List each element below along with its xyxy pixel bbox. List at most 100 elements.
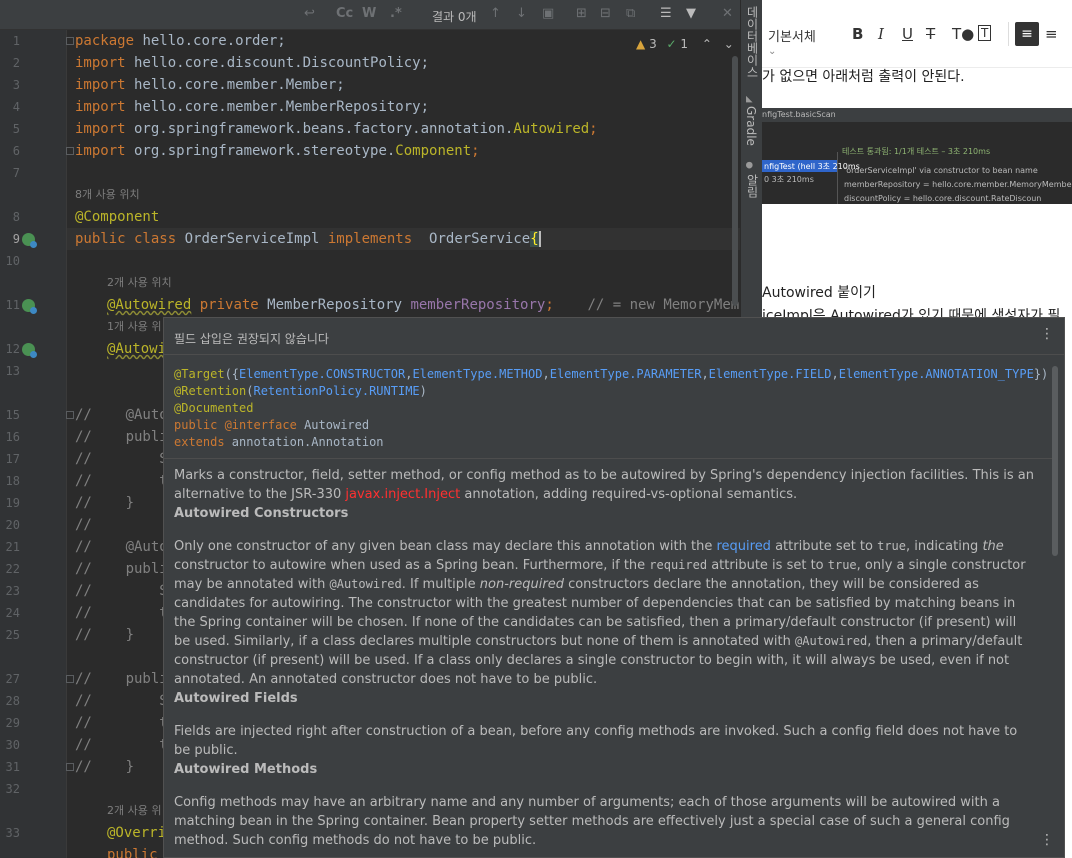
commented-line[interactable]: // [75,514,92,536]
signature-link[interactable]: RetentionPolicy.RUNTIME [253,384,419,398]
font-select[interactable]: 기본서체 [768,26,816,45]
inspection-widget[interactable]: ▲ 3 ✓ 1 ⌃ ⌄ [636,37,734,51]
code-line[interactable]: import hello.core.member.MemberRepositor… [75,96,429,118]
filter-results-icon[interactable]: ☰ [660,6,672,21]
bell-icon: ● [746,158,753,171]
import-path: hello.core.member.MemberRepository; [125,99,430,115]
annotation: @Autowired [107,297,192,313]
fold-marker-icon[interactable] [66,37,74,45]
popup-scrollbar[interactable] [1052,366,1058,556]
commented-line[interactable]: // t [75,712,168,734]
more-options-icon[interactable]: ⋮ [1040,326,1054,342]
align-left-icon[interactable]: ≡ [1015,22,1039,46]
commented-line[interactable]: // @Auto [75,536,168,558]
bean-navigation-icon[interactable] [22,343,37,358]
documentation-popup: 필드 삽입은 권장되지 않습니다 ⋮ @Target({ElementType.… [163,317,1065,858]
editor-scrollbar[interactable] [732,56,738,306]
code-line[interactable]: import org.springframework.stereotype.Co… [75,140,480,162]
commented-line[interactable]: // publi [75,426,168,448]
signature-link[interactable]: ElementType.CONSTRUCTOR [239,367,405,381]
code-line[interactable]: public class OrderServiceImpl implements… [75,228,541,250]
semicolon: ; [589,121,598,137]
bold-button[interactable]: B [852,25,863,43]
close-icon[interactable]: ✕ [722,6,733,21]
code-line[interactable]: @Autowi [107,338,166,360]
add-selection-icon[interactable]: ⊞ [576,6,587,21]
bean-implementation-icon[interactable] [22,233,37,248]
bean-navigation-icon[interactable] [22,299,37,314]
code-line[interactable]: @Overri [107,822,166,844]
align-center-icon[interactable]: ≡ [1045,25,1058,43]
filter-icon[interactable]: ▼ [686,6,696,21]
database-tool-tab[interactable]: 데이터베이스 [744,6,761,78]
commented-line[interactable]: // t [75,602,168,624]
screenshot-tree-item: 0 3초 210ms [764,175,814,184]
code-line[interactable]: import org.springframework.beans.factory… [75,118,598,140]
code-line[interactable]: @Autowired private MemberRepository memb… [107,294,762,316]
fold-marker-icon[interactable] [66,411,74,419]
signature-link[interactable]: ElementType.PARAMETER [550,367,702,381]
search-input[interactable] [0,0,330,30]
package-name: hello.core.order; [134,33,286,49]
code-text: @Autowired [795,634,868,648]
usages-hint[interactable]: 8개 사용 위치 [75,184,140,206]
toolbar-divider [1008,22,1009,46]
whole-words-button[interactable]: W [362,6,376,21]
match-case-button[interactable]: Cc [336,6,353,21]
commented-line[interactable]: // } [75,756,134,778]
commented-line[interactable]: // publi [75,558,168,580]
commented-line[interactable]: // S [75,448,168,470]
commented-line[interactable]: // publi [75,668,168,690]
commented-line[interactable]: // t [75,470,168,492]
doc-paragraph: Marks a constructor, field, setter metho… [174,466,1034,504]
next-occurrence-icon[interactable]: ↓ [516,6,527,21]
code-text: @Autowired [329,577,402,591]
usages-hint[interactable]: 2개 사용 위치 [107,272,172,294]
previous-occurrence-icon[interactable]: ↑ [490,6,501,21]
chevron-down-icon[interactable]: ⌄ [768,46,776,57]
code-line[interactable]: import hello.core.discount.DiscountPolic… [75,52,429,74]
underline-button[interactable]: U [902,25,913,43]
keyword: private [191,297,259,313]
commented-line[interactable]: // t [75,734,168,756]
text-background-icon[interactable]: T [978,25,992,41]
remove-selection-icon[interactable]: ⊟ [600,6,611,21]
italic-button[interactable]: I [878,25,884,43]
signature-link[interactable]: ElementType.METHOD [412,367,542,381]
doc-heading: Autowired Constructors [174,506,349,521]
code-text: required [649,558,708,572]
code-line[interactable]: import hello.core.member.Member; [75,74,345,96]
doc-link[interactable]: javax.inject.Inject [345,487,460,502]
usages-hint[interactable]: 1개 사용 위 [107,316,161,338]
line-number: 19 [5,496,20,510]
doc-link[interactable]: required [716,539,770,554]
select-occurrences-icon[interactable]: ⧉ [626,6,635,21]
code-line[interactable]: @Component [75,206,159,228]
notifications-tool-tab[interactable]: 알림 [744,174,761,198]
keyword: public [107,847,158,858]
more-options-icon[interactable]: ⋮ [1040,832,1054,848]
usages-hint[interactable]: 2개 사용 위 [107,800,161,822]
commented-line[interactable]: // @Auto [75,404,168,426]
signature-link[interactable]: ElementType.FIELD [709,367,832,381]
select-all-occurrences-icon[interactable]: ▣ [542,6,554,21]
chevron-up-icon[interactable]: ⌃ [702,37,712,51]
commented-line[interactable]: // S [75,690,168,712]
text-color-icon[interactable]: T● [952,25,974,43]
doc-paragraph: Only one constructor of any given bean c… [174,537,1034,689]
fold-marker-icon[interactable] [66,675,74,683]
fold-marker-icon[interactable] [66,147,74,155]
strikethrough-button[interactable]: T [926,25,935,43]
code-line[interactable]: public [107,844,158,858]
commented-line[interactable]: // S [75,580,168,602]
gradle-tool-tab[interactable]: Gradle [744,106,758,146]
undo-icon[interactable]: ↩ [304,6,315,21]
warning-icon: ▲ [636,37,646,51]
regex-button[interactable]: .* [390,6,402,21]
commented-line[interactable]: // } [75,492,134,514]
chevron-down-icon[interactable]: ⌄ [724,37,734,51]
signature-link[interactable]: ElementType.ANNOTATION_TYPE [839,367,1034,381]
code-line[interactable]: package hello.core.order; [75,30,286,52]
commented-line[interactable]: // } [75,624,134,646]
fold-marker-icon[interactable] [66,763,74,771]
